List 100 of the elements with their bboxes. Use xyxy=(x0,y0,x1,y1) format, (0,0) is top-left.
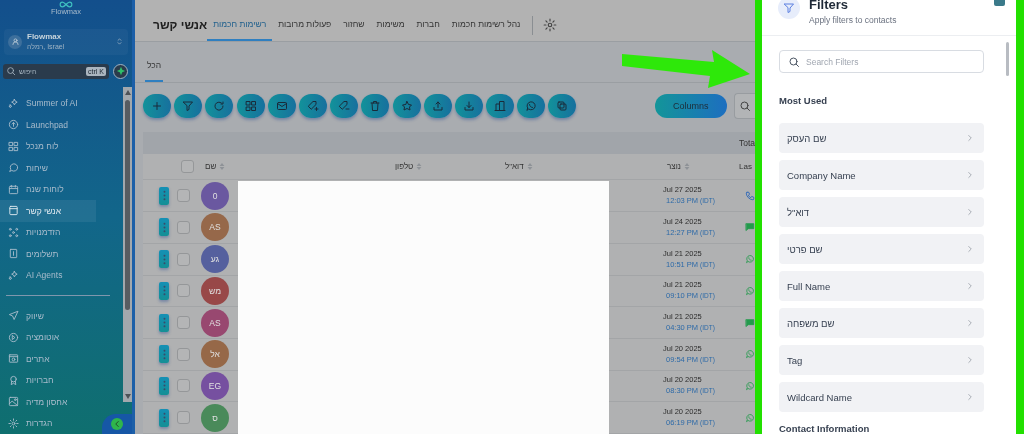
row-checkbox[interactable] xyxy=(176,347,190,361)
whatsapp-icon xyxy=(745,254,755,265)
nav-item[interactable]: לוחות שנה xyxy=(0,178,96,200)
filter-item[interactable]: שם פרטי xyxy=(779,234,984,264)
select-all-checkbox[interactable] xyxy=(180,160,194,174)
nav-item[interactable]: אנשי קשר xyxy=(0,200,96,222)
toolbar-button[interactable] xyxy=(423,93,452,118)
filter-icon xyxy=(783,2,795,14)
column-header[interactable]: שם xyxy=(205,162,217,172)
download-icon xyxy=(462,99,475,112)
row-menu-button[interactable] xyxy=(159,408,169,427)
filter-icon xyxy=(182,99,195,112)
chevron-icon xyxy=(965,207,975,217)
toolbar-button[interactable] xyxy=(298,93,327,118)
more-icon xyxy=(162,221,166,233)
tab[interactable]: שחזור xyxy=(337,10,371,41)
row-menu-button[interactable] xyxy=(159,250,169,269)
nav-item[interactable]: Launchpad xyxy=(0,114,96,136)
columns-button[interactable]: Columns xyxy=(654,93,727,118)
chevron-icon xyxy=(965,318,975,328)
chat-icon xyxy=(8,162,19,174)
toolbar-button[interactable] xyxy=(330,93,359,118)
nav-item[interactable]: אחסון מדיה xyxy=(0,391,96,413)
filter-item[interactable]: דוא"ל xyxy=(779,197,984,227)
filter-item[interactable]: Wildcard Name xyxy=(779,382,984,412)
tab[interactable]: נהל רשימות חכמות xyxy=(445,10,527,41)
page-title: אנשי קשר xyxy=(153,17,208,35)
filter-item[interactable]: שם משפחה xyxy=(779,308,984,338)
row-checkbox[interactable] xyxy=(176,189,190,203)
nav-item[interactable]: שיווק xyxy=(0,305,96,327)
chevron-icon xyxy=(965,244,975,254)
row-checkbox[interactable] xyxy=(176,252,190,266)
nav-item[interactable]: הזדמנויות xyxy=(0,221,96,243)
nav-item[interactable]: Summer of AI xyxy=(0,92,96,114)
row-menu-button[interactable] xyxy=(159,218,169,237)
row-checkbox[interactable] xyxy=(176,316,190,330)
row-menu-button[interactable] xyxy=(159,345,169,364)
tagplus-icon xyxy=(306,99,319,112)
nav-item[interactable]: לוח מנכל xyxy=(0,135,96,157)
quick-add-button[interactable] xyxy=(113,63,128,79)
toolbar-button[interactable] xyxy=(392,93,421,118)
row-checkbox[interactable] xyxy=(176,220,190,234)
user-icon xyxy=(10,37,20,47)
avatar: AS xyxy=(201,213,229,242)
toolbar-button[interactable] xyxy=(143,93,171,118)
send-icon xyxy=(8,310,19,322)
filter-item[interactable]: שם העסק xyxy=(779,123,984,153)
account-name: Flowmax xyxy=(27,31,63,42)
toolbar-button[interactable] xyxy=(454,93,483,118)
row-checkbox[interactable] xyxy=(176,284,190,298)
nav-item[interactable]: חברויות xyxy=(0,369,96,391)
toolbar-button[interactable] xyxy=(267,93,296,118)
nav-item[interactable]: שיחות xyxy=(0,157,96,179)
row-menu-button[interactable] xyxy=(159,186,169,205)
whatsapp-icon xyxy=(745,349,755,360)
column-header[interactable]: Las xyxy=(739,162,752,172)
filter-item[interactable]: Company Name xyxy=(779,160,984,190)
avatar: AS xyxy=(201,308,229,337)
building-icon xyxy=(494,99,507,112)
toolbar-button[interactable] xyxy=(517,93,546,118)
chevron-icon xyxy=(965,170,975,180)
nav-item[interactable]: תשלומים xyxy=(0,243,96,265)
total-label: Tota xyxy=(738,137,755,148)
toolbar-button[interactable] xyxy=(486,93,515,118)
collapse-button[interactable] xyxy=(102,414,132,434)
nav-item[interactable]: הגדרות xyxy=(0,412,96,434)
column-header[interactable]: טלפון xyxy=(395,162,414,172)
filter-item[interactable]: Full Name xyxy=(779,271,984,301)
contact-icon xyxy=(8,205,19,217)
more-icon xyxy=(162,317,166,329)
toolbar-button[interactable] xyxy=(174,93,203,118)
column-header[interactable]: דוא"ל xyxy=(505,162,524,172)
section-heading: Most Used xyxy=(779,95,829,107)
row-menu-button[interactable] xyxy=(159,313,169,332)
scrollbar[interactable] xyxy=(1006,42,1009,76)
more-icon xyxy=(162,380,166,392)
search-icon xyxy=(788,55,800,68)
column-header[interactable]: נוצר xyxy=(667,162,681,172)
nav-item[interactable]: AI Agents xyxy=(0,264,96,286)
row-menu-button[interactable] xyxy=(159,376,169,395)
tab[interactable]: פעולות מרובות xyxy=(272,10,338,41)
search-field[interactable] xyxy=(734,92,755,119)
tab[interactable]: הכל xyxy=(145,60,164,83)
tab[interactable]: משימות xyxy=(370,10,411,41)
filter-item[interactable]: Tag xyxy=(779,345,984,375)
tab[interactable]: חברות xyxy=(410,10,446,41)
toolbar-button[interactable] xyxy=(205,93,234,118)
avatar: ס xyxy=(201,403,229,432)
row-checkbox[interactable] xyxy=(176,411,190,425)
toolbar-button[interactable] xyxy=(548,93,577,118)
row-menu-button[interactable] xyxy=(159,281,169,300)
nav-item[interactable]: אתרים xyxy=(0,348,96,370)
refresh-icon xyxy=(213,99,226,112)
toolbar-button[interactable] xyxy=(361,93,390,118)
toolbar-button[interactable] xyxy=(236,93,265,118)
row-checkbox[interactable] xyxy=(176,379,190,393)
tab[interactable]: רשימות חכמות xyxy=(207,10,273,41)
chevron-icon xyxy=(965,133,975,143)
nav-item[interactable]: אוטומציה xyxy=(0,326,96,348)
more-icon xyxy=(162,253,166,265)
